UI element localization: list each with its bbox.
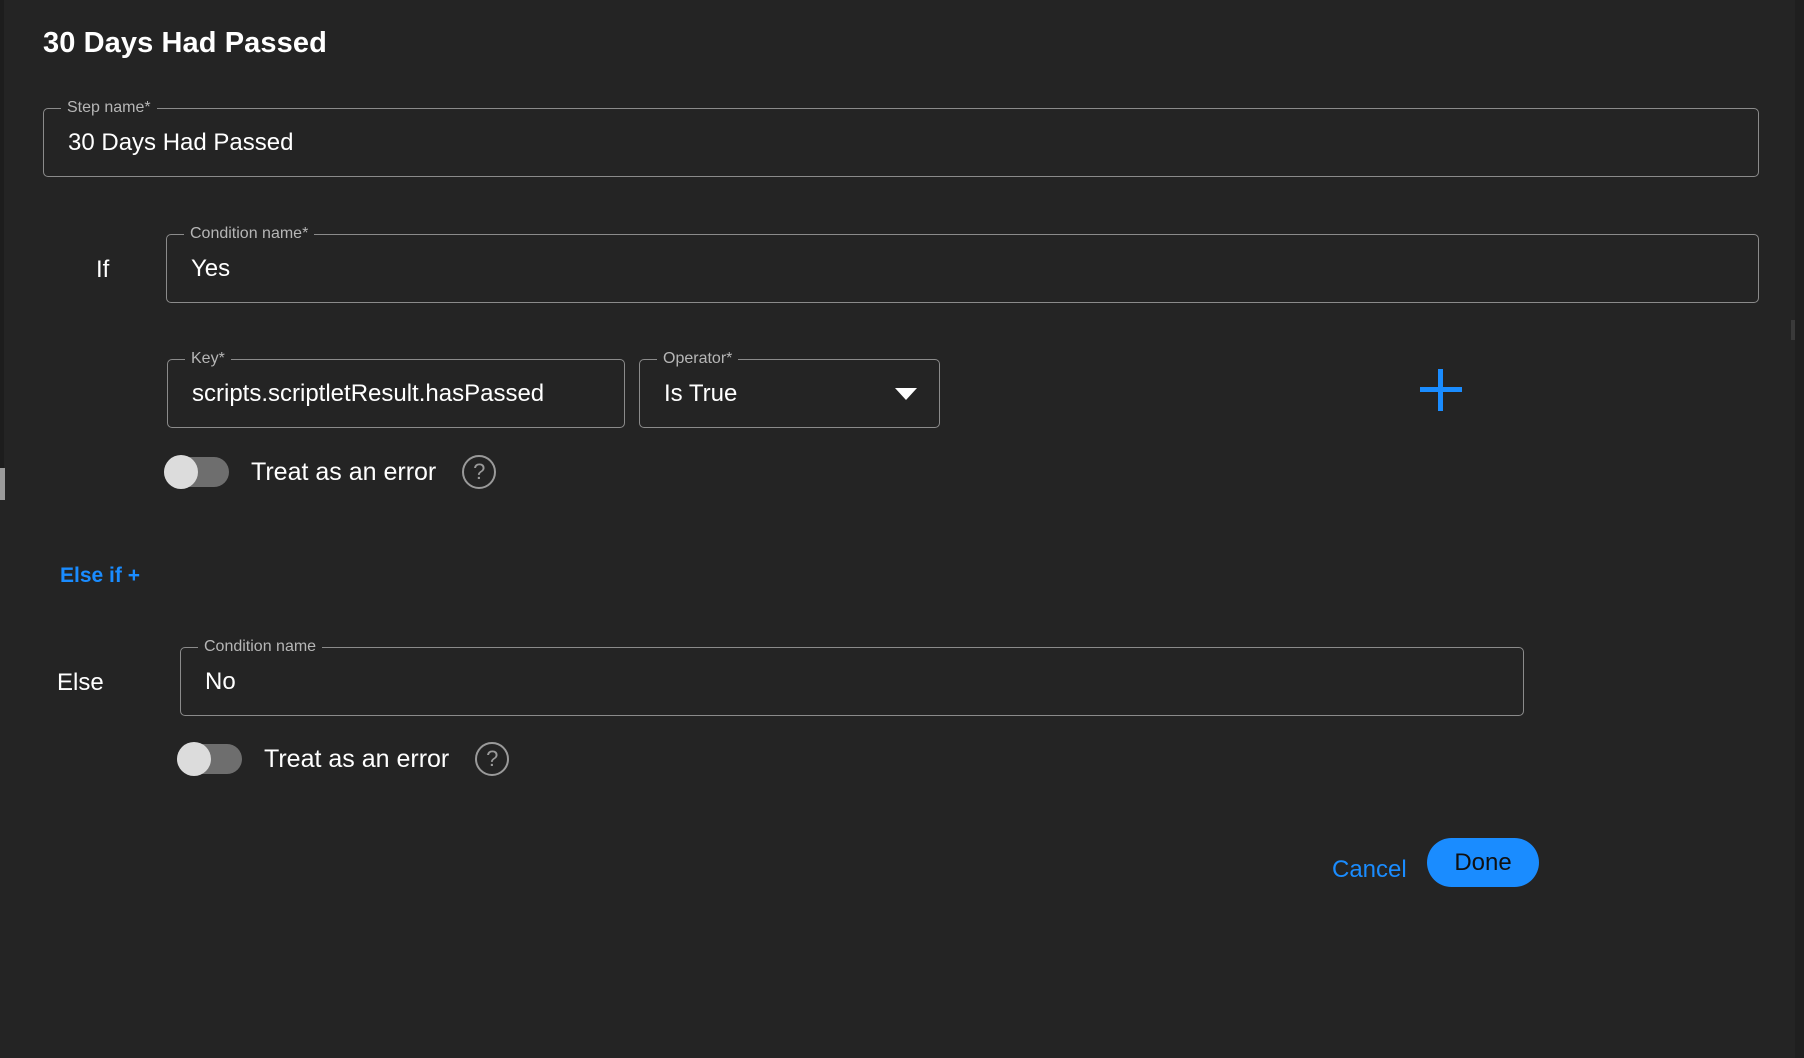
if-treat-as-error-toggle[interactable]	[164, 455, 229, 489]
add-condition-button[interactable]	[1420, 369, 1462, 411]
if-branch-label: If	[96, 256, 110, 283]
right-edge-tick	[1791, 320, 1795, 340]
condition-key-value: scripts.scriptletResult.hasPassed	[192, 379, 545, 407]
condition-operator-select[interactable]: Operator* Is True	[639, 349, 940, 428]
if-treat-as-error-label: Treat as an error	[251, 457, 437, 486]
step-condition-dialog: 30 Days Had Passed Step name* 30 Days Ha…	[0, 0, 1804, 1058]
done-button[interactable]: Done	[1427, 838, 1539, 887]
if-condition-name-value: Yes	[191, 254, 231, 282]
right-edge-strip	[1795, 0, 1804, 1058]
toggle-knob	[164, 455, 198, 489]
if-condition-name-label: Condition name*	[184, 224, 315, 244]
if-condition-name-field[interactable]: Condition name* Yes	[166, 224, 1759, 303]
else-condition-name-label: Condition name	[198, 637, 323, 657]
condition-operator-label: Operator*	[657, 349, 739, 369]
condition-operator-value: Is True	[664, 379, 738, 407]
left-edge-sliver	[0, 468, 5, 500]
condition-key-label: Key*	[185, 349, 231, 369]
step-name-value: 30 Days Had Passed	[68, 128, 294, 156]
help-circle-icon[interactable]: ?	[462, 455, 497, 489]
step-name-field[interactable]: Step name* 30 Days Had Passed	[43, 98, 1759, 177]
else-branch-label: Else	[57, 669, 104, 696]
if-treat-as-error-row: Treat as an error ?	[164, 455, 497, 489]
condition-key-field[interactable]: Key* scripts.scriptletResult.hasPassed	[167, 349, 625, 428]
else-treat-as-error-label: Treat as an error	[264, 744, 450, 773]
else-treat-as-error-row: Treat as an error ?	[177, 742, 510, 776]
cancel-button[interactable]: Cancel	[1322, 850, 1417, 890]
else-condition-name-value: No	[205, 667, 236, 695]
step-name-label: Step name*	[61, 98, 157, 118]
left-edge-strip	[0, 0, 4, 480]
chevron-down-icon[interactable]	[895, 387, 917, 400]
toggle-knob	[177, 742, 211, 776]
else-treat-as-error-toggle[interactable]	[177, 742, 242, 776]
else-condition-name-field[interactable]: Condition name No	[180, 637, 1524, 716]
help-circle-icon[interactable]: ?	[475, 742, 510, 776]
page-title: 30 Days Had Passed	[43, 27, 327, 59]
else-if-add-link[interactable]: Else if +	[60, 564, 140, 588]
